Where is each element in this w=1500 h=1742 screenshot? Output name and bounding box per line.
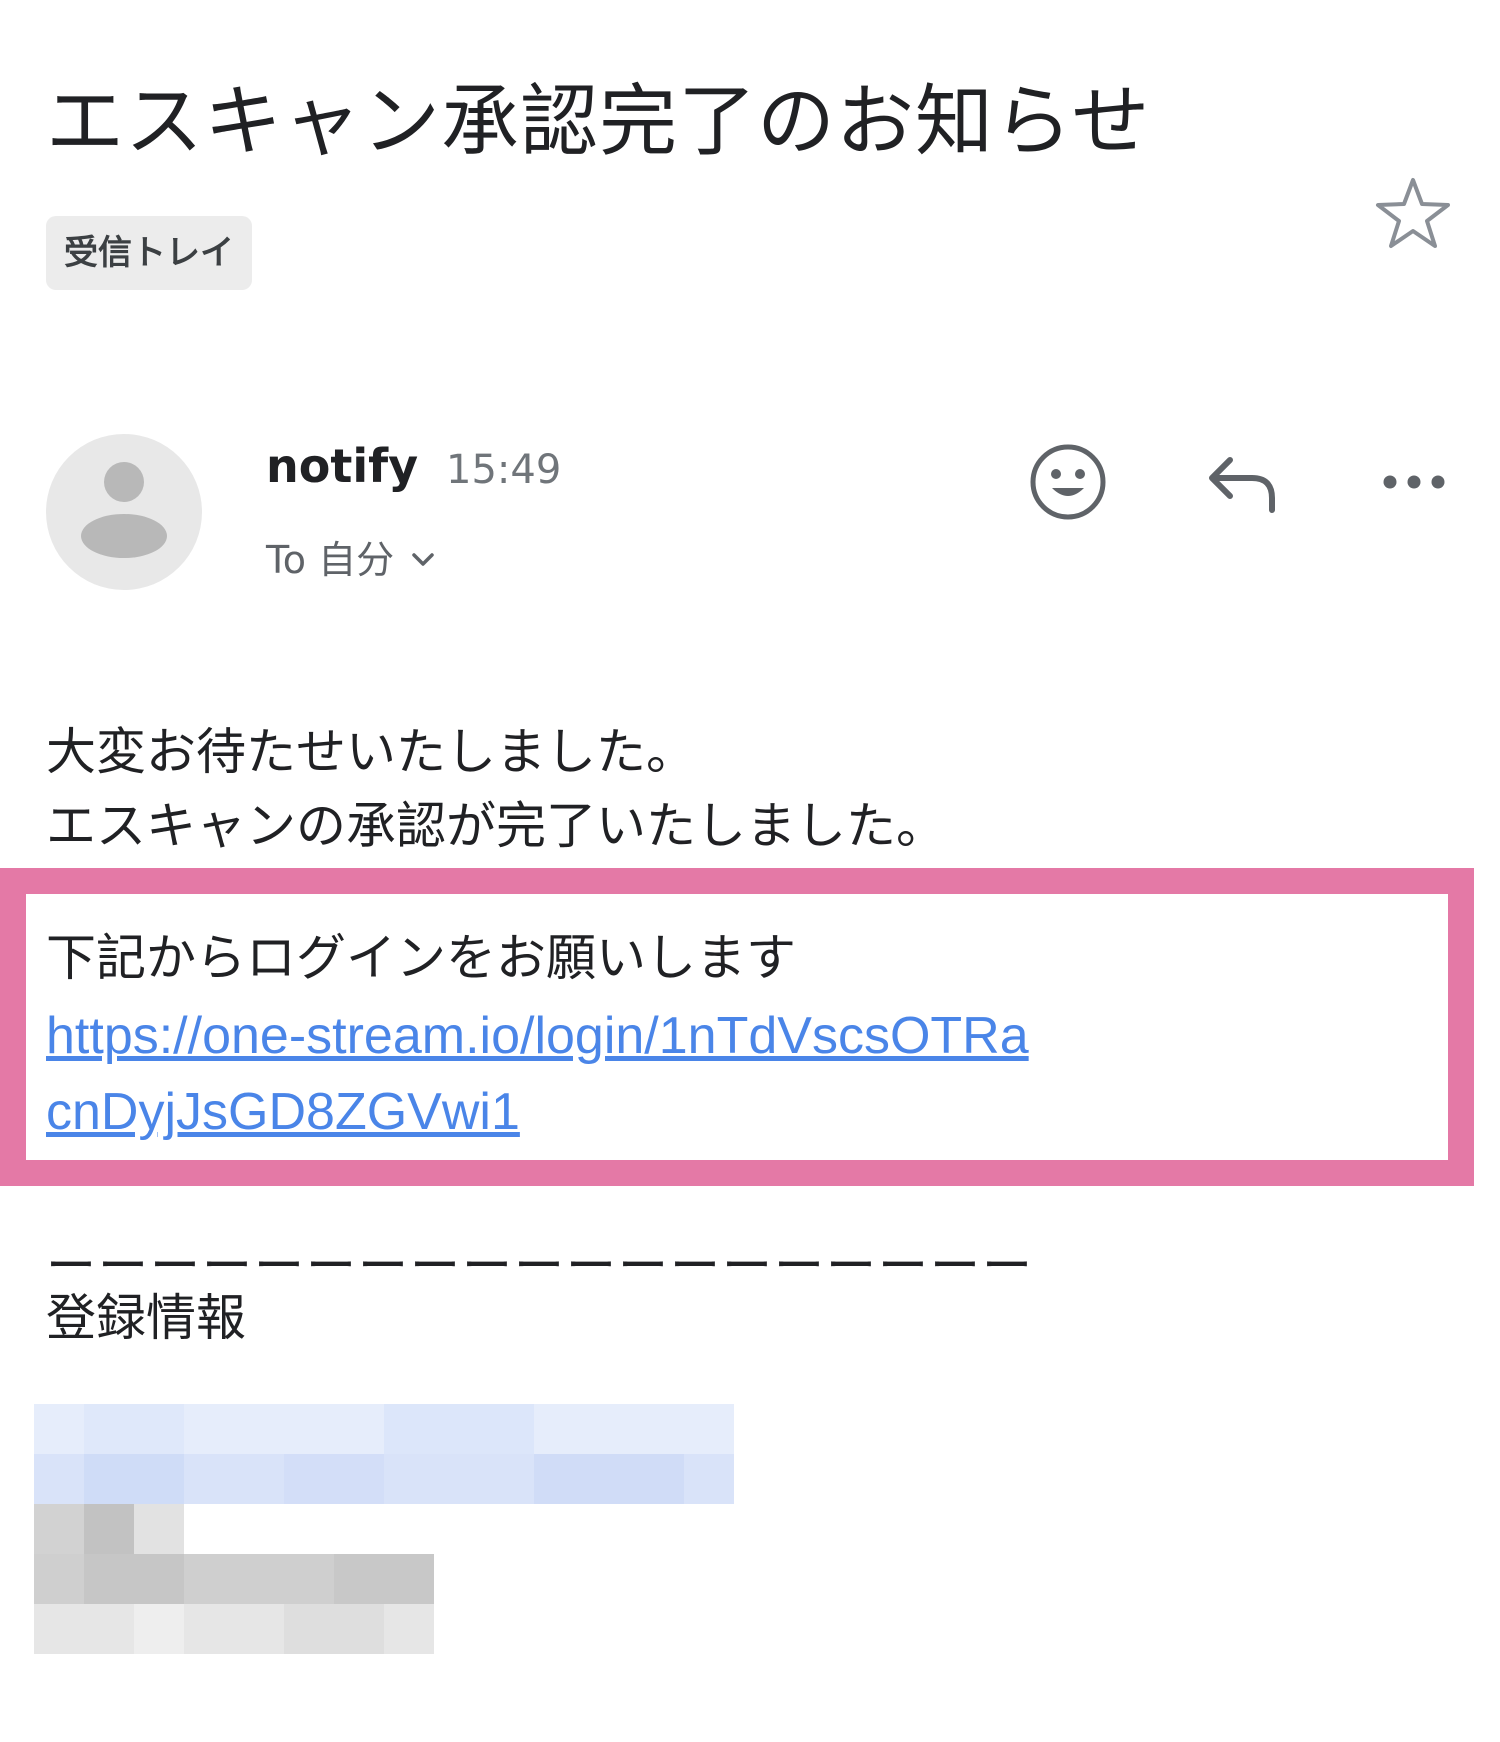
sender-name: notify bbox=[266, 439, 419, 493]
recipient-label: To 自分 bbox=[266, 537, 395, 582]
inbox-label-chip[interactable]: 受信トレイ bbox=[46, 216, 252, 290]
sender-time: 15:49 bbox=[446, 447, 562, 493]
login-prompt: 下記からログインをお願いします bbox=[46, 929, 796, 987]
chevron-down-icon bbox=[412, 553, 434, 566]
email-subject: エスキャン承認完了のお知らせ bbox=[46, 77, 1151, 167]
reply-arrow-icon[interactable] bbox=[1200, 440, 1284, 524]
recipient-details-toggle[interactable]: To 自分 bbox=[266, 528, 438, 584]
avatar[interactable] bbox=[46, 434, 202, 590]
person-avatar-icon bbox=[81, 462, 167, 558]
redacted-registration-info bbox=[34, 1404, 734, 1654]
emoji-reaction-icon[interactable] bbox=[1026, 440, 1110, 524]
login-link[interactable]: https://one-stream.io/login/1nTdVscsOTRa… bbox=[46, 998, 1046, 1150]
registration-heading: 登録情報 bbox=[46, 1289, 246, 1347]
body-line-2: エスキャンの承認が完了いたしました。 bbox=[46, 797, 946, 855]
body-line-1: 大変お待たせいたしました。 bbox=[46, 723, 696, 781]
more-horizontal-icon[interactable] bbox=[1372, 440, 1456, 524]
star-icon[interactable] bbox=[1372, 172, 1454, 254]
